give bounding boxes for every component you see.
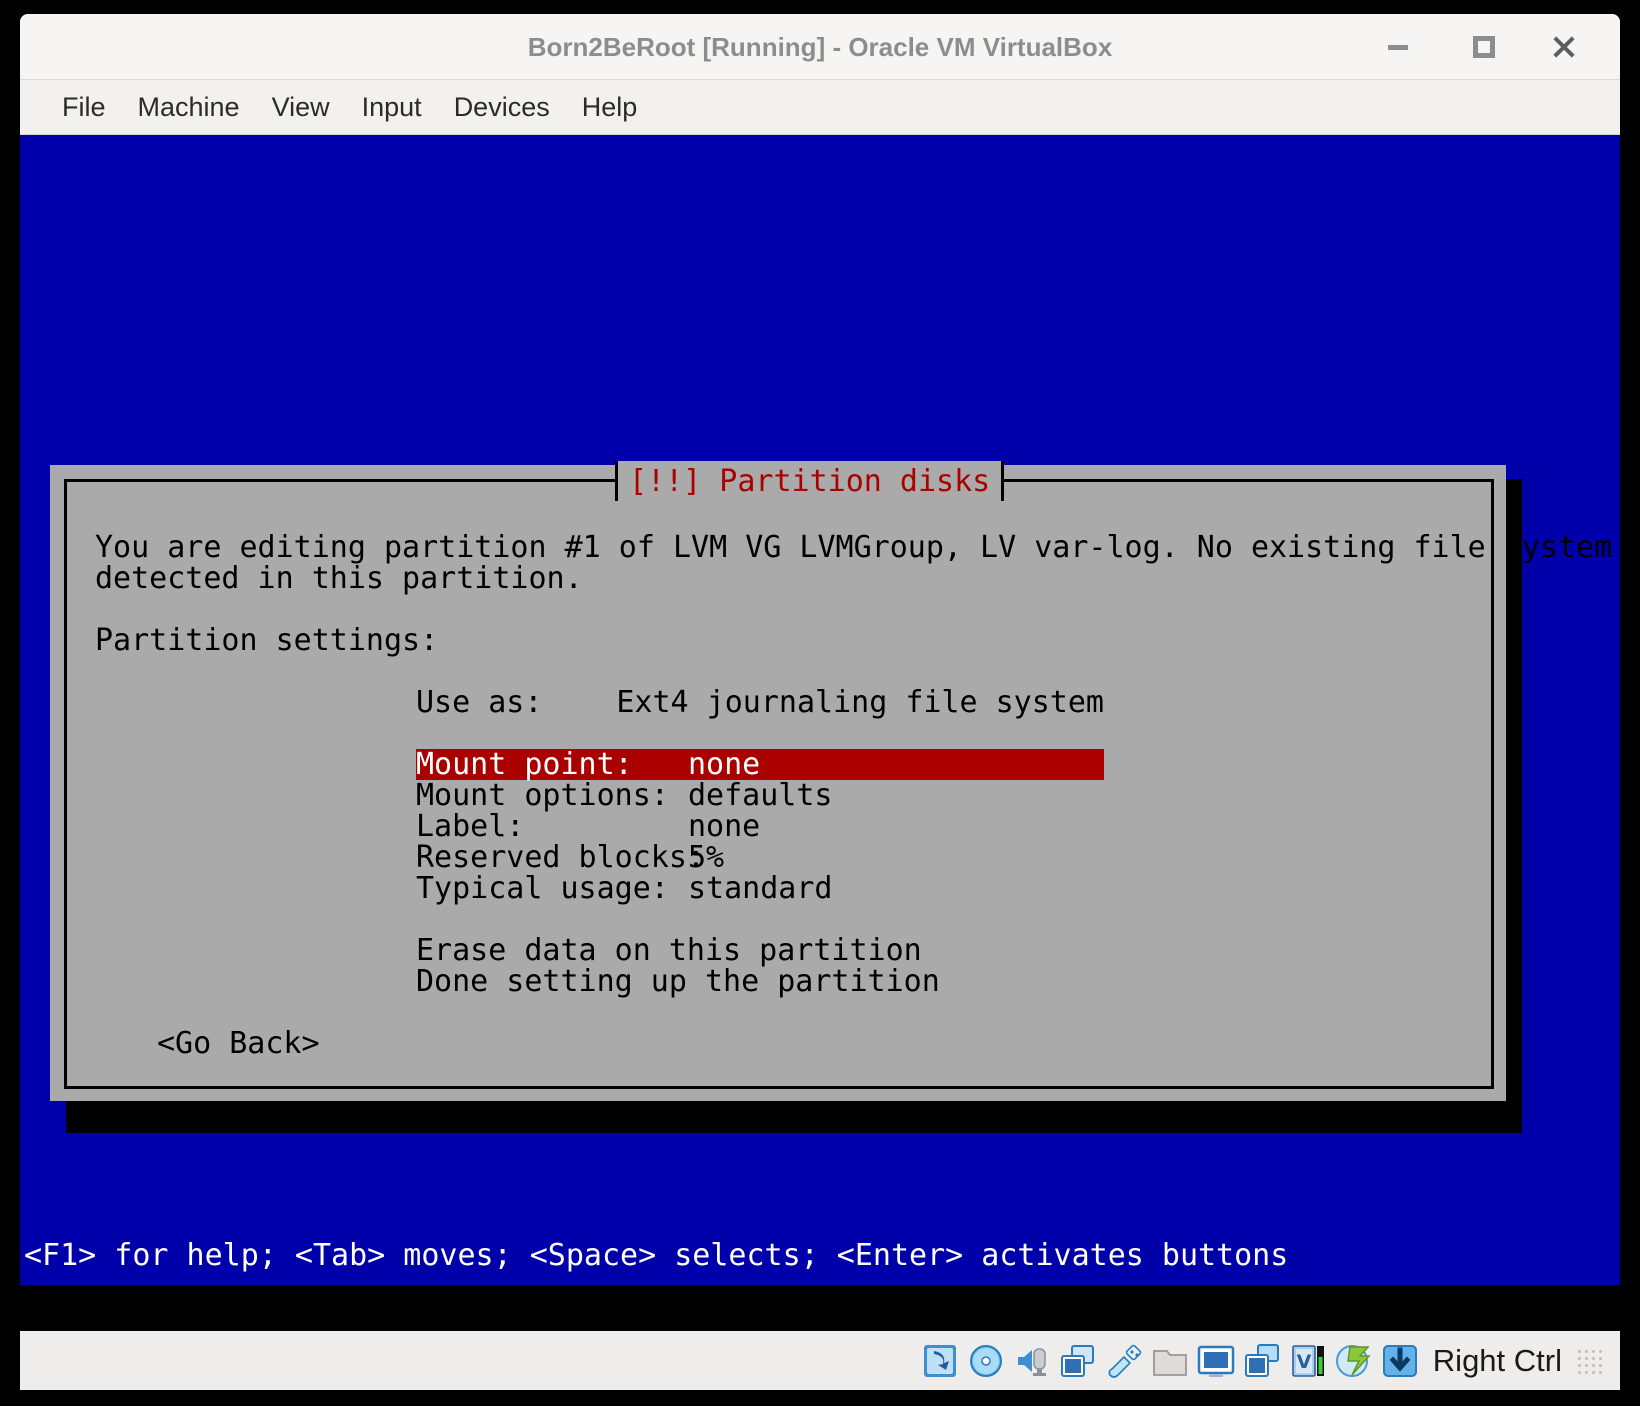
vm-screen-bottom-strip	[20, 1285, 1620, 1331]
minimize-icon	[1388, 44, 1408, 50]
maximize-icon	[1473, 36, 1495, 58]
network-icon[interactable]	[1058, 1341, 1098, 1381]
menu-item-help[interactable]: Help	[566, 88, 654, 127]
minimize-button[interactable]	[1366, 14, 1430, 80]
go-back-button[interactable]: <Go Back>	[157, 1028, 1491, 1059]
resize-grip[interactable]	[1576, 1348, 1602, 1374]
setting-value: standard	[688, 871, 833, 906]
window-title-bar: Born2BeRoot [Running] - Oracle VM Virtua…	[20, 14, 1620, 80]
setting-value: defaults	[688, 778, 833, 813]
dialog-inner-frame: [!!] Partition disks You are editing par…	[64, 461, 1620, 1089]
host-key-label: Right Ctrl	[1432, 1343, 1562, 1378]
display-icon[interactable]	[1196, 1341, 1236, 1381]
setting-value: none	[688, 809, 761, 844]
setting-key: Typical usage:	[416, 871, 669, 906]
close-icon	[1551, 34, 1577, 60]
setting-row-reserved-blocks[interactable]: Reserved blocks: 5%	[416, 842, 1104, 873]
menu-item-file[interactable]: File	[46, 88, 122, 127]
svg-text:V: V	[1296, 1351, 1311, 1373]
virtualbox-window: Born2BeRoot [Running] - Oracle VM Virtua…	[20, 14, 1620, 1332]
setting-key: Mount options:	[416, 778, 669, 813]
vm-screen[interactable]: [!!] Partition disks You are editing par…	[20, 135, 1620, 1331]
partition-disks-dialog: [!!] Partition disks You are editing par…	[50, 461, 1620, 1101]
setting-row-use-as[interactable]: Use as: Ext4 journaling file system	[416, 687, 1104, 718]
section-label: Partition settings:	[95, 623, 439, 658]
menu-item-view[interactable]: View	[256, 88, 346, 127]
setting-row-mount-options[interactable]: Mount options: defaults	[416, 780, 1104, 811]
virtualbox-status-bar: V Right Ctrl	[20, 1332, 1620, 1390]
setting-row-label[interactable]: Label: none	[416, 811, 1104, 842]
setting-key: Reserved blocks:	[416, 840, 705, 875]
hard-disk-icon[interactable]	[920, 1341, 960, 1381]
maximize-button[interactable]	[1452, 14, 1516, 80]
action-erase-data[interactable]: Erase data on this partition	[416, 935, 1491, 966]
menu-item-input[interactable]: Input	[346, 88, 438, 127]
setting-key: Label:	[416, 809, 525, 844]
setting-key: Mount point:	[416, 747, 633, 782]
menu-item-machine[interactable]: Machine	[122, 88, 256, 127]
setting-row-mount-point[interactable]: Mount point: none	[416, 749, 1104, 780]
mouse-integration-icon[interactable]	[1334, 1341, 1374, 1381]
setting-key: Use as:	[416, 685, 543, 720]
action-done-setting-up[interactable]: Done setting up the partition	[416, 966, 1491, 997]
close-button[interactable]	[1532, 14, 1596, 80]
setting-value: 5%	[688, 840, 725, 875]
menu-bar: File Machine View Input Devices Help	[20, 80, 1620, 135]
keyboard-help-line: <F1> for help; <Tab> moves; <Space> sele…	[24, 1238, 1289, 1273]
intro-line-1: You are editing partition #1 of LVM VG L…	[95, 530, 1620, 565]
usb-icon[interactable]	[1104, 1341, 1144, 1381]
menu-item-devices[interactable]: Devices	[438, 88, 566, 127]
intro-line-2: detected in this partition.	[95, 561, 583, 596]
setting-value: none	[688, 747, 761, 782]
setting-row-typical-usage[interactable]: Typical usage: standard	[416, 873, 1104, 904]
cpu-icon[interactable]: V	[1288, 1341, 1328, 1381]
partition-settings-list: Use as: Ext4 journaling file system Moun…	[95, 687, 1491, 904]
shared-folders-icon[interactable]	[1150, 1341, 1190, 1381]
setting-value: Ext4 journaling file system	[616, 685, 1104, 720]
optical-disk-icon[interactable]	[966, 1341, 1006, 1381]
audio-icon[interactable]	[1012, 1341, 1052, 1381]
keyboard-icon[interactable]	[1380, 1341, 1420, 1381]
dialog-body: You are editing partition #1 of LVM VG L…	[67, 482, 1620, 1059]
recording-icon[interactable]	[1242, 1341, 1282, 1381]
